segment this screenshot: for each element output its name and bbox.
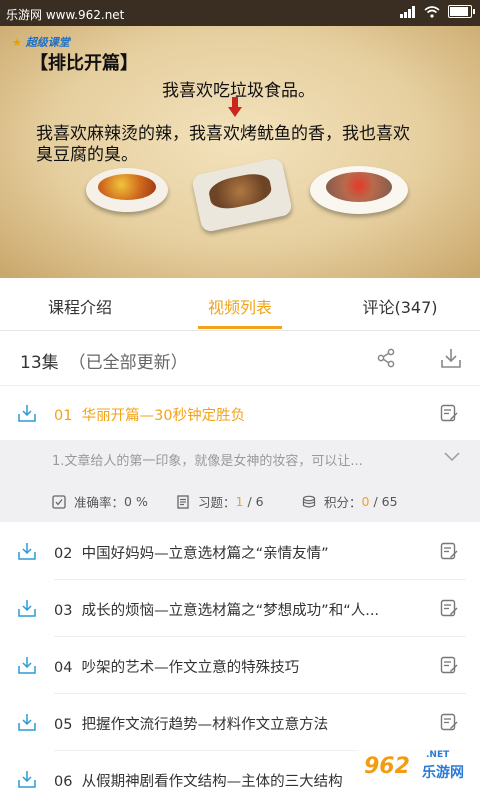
video-heading: 【排比开篇】 bbox=[30, 53, 138, 74]
update-status: （已全部更新） bbox=[68, 353, 188, 373]
accuracy-label: 准确率： bbox=[74, 495, 125, 510]
tab-video-list[interactable]: 视频列表 bbox=[160, 294, 320, 318]
lesson-title: 04 吵架的艺术—作文立意的特殊技巧 bbox=[54, 660, 300, 676]
tab-bar: 课程介绍 视频列表 评论(347) bbox=[0, 278, 480, 331]
watermark-number: 962 bbox=[364, 754, 410, 779]
exercise-label: 习题： bbox=[198, 495, 236, 510]
episode-count-value: 13集 bbox=[20, 353, 59, 373]
download-icon[interactable] bbox=[18, 656, 36, 674]
exercise-stat: 习题： 1 / 6 bbox=[176, 492, 264, 511]
download-all-icon[interactable] bbox=[440, 347, 462, 369]
food-image-tofu bbox=[310, 166, 408, 214]
download-icon[interactable] bbox=[18, 599, 36, 617]
food-image-squid bbox=[190, 157, 294, 233]
lesson-row[interactable]: 03 成长的烦恼—立意选材篇之“梦想成功”和“人... bbox=[0, 581, 480, 637]
notes-icon[interactable] bbox=[440, 404, 458, 422]
notes-icon[interactable] bbox=[440, 542, 458, 560]
row-divider bbox=[54, 636, 466, 637]
row-divider bbox=[54, 579, 466, 580]
points-done: 0 bbox=[361, 494, 370, 509]
active-tab-indicator bbox=[198, 326, 282, 329]
site-watermark: 962 乐游网 .NET bbox=[356, 748, 476, 796]
lesson-row[interactable]: 02 中国好妈妈—立意选材篇之“亲情友情” bbox=[0, 524, 480, 580]
share-icon[interactable] bbox=[376, 348, 396, 368]
episode-list-header: 13集 （已全部更新） bbox=[0, 331, 480, 386]
notes-icon[interactable] bbox=[440, 713, 458, 731]
exercise-total: / 6 bbox=[247, 494, 264, 509]
lesson-title: 02 中国好妈妈—立意选材篇之“亲情友情” bbox=[54, 546, 329, 562]
wifi-icon bbox=[424, 5, 440, 18]
brand-logo: ★ 超级课堂 bbox=[12, 34, 70, 50]
points-label: 积分： bbox=[324, 495, 362, 510]
status-site-text: 乐游网 www.962.net bbox=[6, 8, 125, 22]
episode-count: 13集 （已全部更新） bbox=[20, 348, 188, 373]
lesson-row[interactable]: 01 华丽开篇—30秒钟定胜负 bbox=[0, 386, 480, 442]
checklist-icon bbox=[52, 494, 66, 509]
download-icon[interactable] bbox=[18, 713, 36, 731]
lesson-title: 03 成长的烦恼—立意选材篇之“梦想成功”和“人... bbox=[54, 603, 380, 619]
watermark-site: 乐游网 bbox=[422, 765, 464, 781]
download-icon[interactable] bbox=[18, 542, 36, 560]
lesson-details-panel: 1.文章给人的第一印象，就像是女神的妆容，可以让... 准确率： 0 % 习题： 1… bbox=[0, 440, 480, 522]
status-bar: 乐游网 www.962.net bbox=[0, 0, 480, 26]
lesson-row[interactable]: 05 把握作文流行趋势—材料作文立意方法 bbox=[0, 695, 480, 751]
accuracy-value: 0 % bbox=[124, 494, 148, 509]
notes-icon[interactable] bbox=[440, 656, 458, 674]
food-image-spicy-hotpot bbox=[86, 168, 168, 212]
download-icon[interactable] bbox=[18, 404, 36, 422]
notes-icon[interactable] bbox=[440, 599, 458, 617]
brand-logo-text: 超级课堂 bbox=[25, 36, 70, 49]
points-total: / 65 bbox=[373, 494, 398, 509]
document-icon bbox=[177, 494, 189, 509]
watermark-domain: .NET bbox=[426, 750, 450, 760]
points-stat: 积分： 0 / 65 bbox=[302, 492, 398, 511]
row-divider bbox=[54, 693, 466, 694]
star-icon: ★ bbox=[12, 36, 22, 49]
lesson-title: 05 把握作文流行趋势—材料作文立意方法 bbox=[54, 717, 329, 733]
exercise-done: 1 bbox=[235, 494, 244, 509]
accuracy-stat: 准确率： 0 % bbox=[52, 492, 148, 511]
video-player[interactable]: ★ 超级课堂 【排比开篇】 我喜欢吃垃圾食品。 我喜欢麻辣烫的辣，我喜欢烤鱿鱼的… bbox=[0, 26, 480, 278]
video-line-3: 臭豆腐的臭。 bbox=[36, 145, 138, 165]
chevron-down-icon[interactable] bbox=[444, 452, 460, 462]
coins-icon bbox=[302, 495, 316, 508]
battery-icon bbox=[448, 5, 475, 18]
tab-comments[interactable]: 评论(347) bbox=[320, 294, 480, 318]
lesson-row[interactable]: 04 吵架的艺术—作文立意的特殊技巧 bbox=[0, 638, 480, 694]
down-arrow-icon bbox=[228, 97, 242, 117]
tab-course-intro[interactable]: 课程介绍 bbox=[0, 294, 160, 318]
lesson-title: 01 华丽开篇—30秒钟定胜负 bbox=[54, 408, 246, 424]
status-icons bbox=[400, 5, 475, 18]
lesson-description: 1.文章给人的第一印象，就像是女神的妆容，可以让... bbox=[52, 454, 363, 469]
download-icon[interactable] bbox=[18, 770, 36, 788]
signal-icon bbox=[400, 5, 415, 18]
